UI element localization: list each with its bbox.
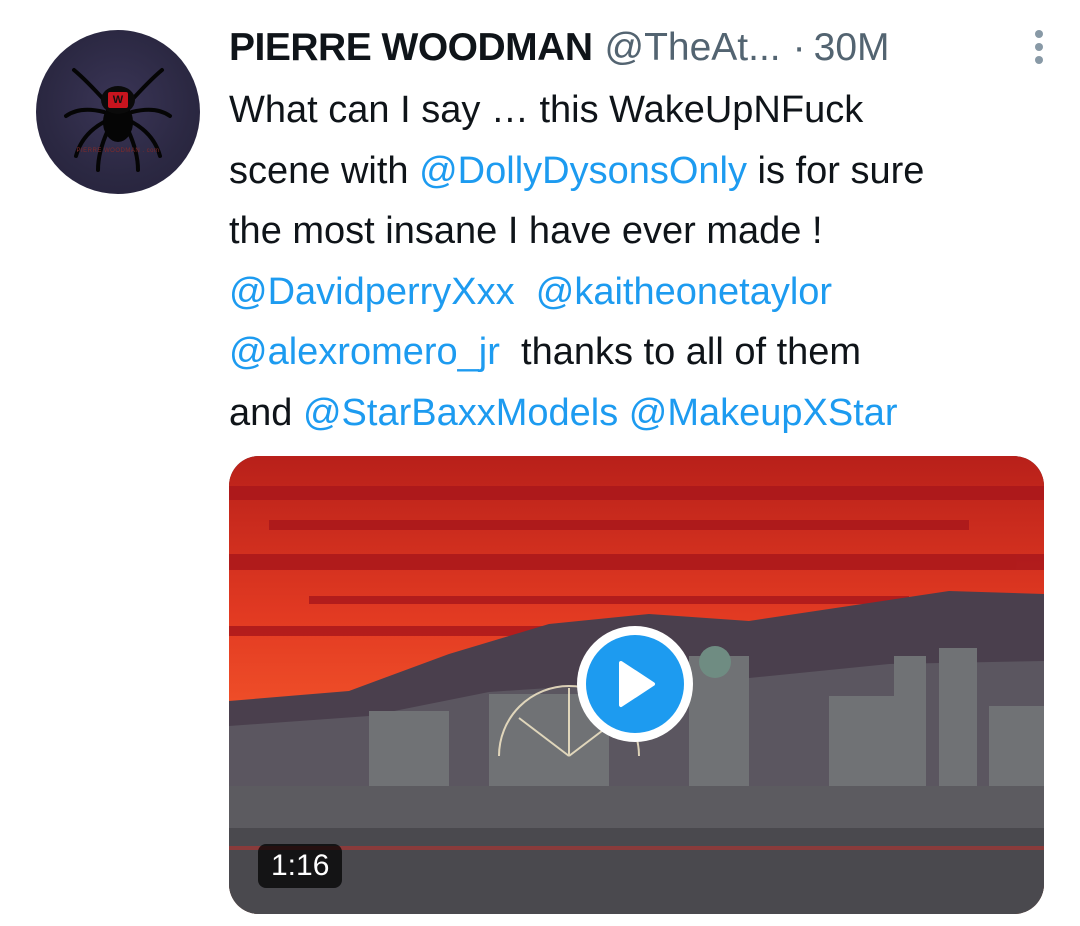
timestamp[interactable]: 30M <box>814 26 890 70</box>
tweet-text: What can I say … this WakeUpNFuck scene w… <box>229 80 1059 443</box>
tweet-text-line: @alexromero_jr thanks to all of them <box>229 322 1059 383</box>
tweet-text-line: the most insane I have ever made ! <box>229 201 1059 262</box>
play-button[interactable] <box>577 626 693 742</box>
more-dot <box>1035 56 1043 64</box>
tweet-text-line: What can I say … this WakeUpNFuck <box>229 80 1059 141</box>
tweet-text-line: @DavidperryXxx @kaitheonetaylor <box>229 262 1059 323</box>
author-name[interactable]: PIERRE WOODMAN <box>229 26 593 70</box>
author-handle[interactable]: @TheAt... <box>605 26 781 70</box>
tweet-text-segment <box>515 271 536 313</box>
tweet-text-segment: scene with <box>229 149 420 192</box>
avatar-logo-letter: W <box>112 94 124 106</box>
mention-link[interactable]: @StarBaxxModels <box>303 392 618 434</box>
mention-link[interactable]: @DollyDysonsOnly <box>419 150 747 192</box>
separator-dot: · <box>792 26 806 69</box>
mention-link[interactable]: @DavidperryXxx <box>229 271 515 313</box>
more-dot <box>1035 43 1043 51</box>
video-duration: 1:16 <box>258 844 343 888</box>
mention-link[interactable]: @alexromero_jr <box>229 331 500 373</box>
tweet-header: PIERRE WOODMAN @TheAt... · 30M <box>229 22 1049 74</box>
spider-logo-icon <box>64 68 172 172</box>
play-icon <box>586 635 684 733</box>
tweet-text-segment: What can I say … this WakeUpNFuck <box>229 89 864 131</box>
tweet-text-line: and @StarBaxxModels @MakeupXStar <box>229 383 1059 444</box>
tweet-text-segment <box>618 392 629 434</box>
tweet-text-segment: thanks to all of them <box>499 331 862 373</box>
avatar[interactable]: W PIERRE WOODMAN . com <box>36 30 200 194</box>
mention-link[interactable]: @MakeupXStar <box>629 392 898 434</box>
tweet-text-segment: is for sure <box>746 149 925 192</box>
more-options-icon[interactable] <box>1025 22 1053 72</box>
avatar-caption: PIERRE WOODMAN . com <box>76 148 160 154</box>
video-player[interactable]: 1:16 <box>229 456 1044 914</box>
more-dot <box>1035 30 1043 38</box>
mention-link[interactable]: @kaitheonetaylor <box>536 271 832 313</box>
tweet-text-line: scene with @DollyDysonsOnly is for sure <box>229 141 1059 202</box>
tweet-text-segment: the most insane I have ever made ! <box>229 210 823 252</box>
tweet-text-segment: and <box>229 391 303 434</box>
